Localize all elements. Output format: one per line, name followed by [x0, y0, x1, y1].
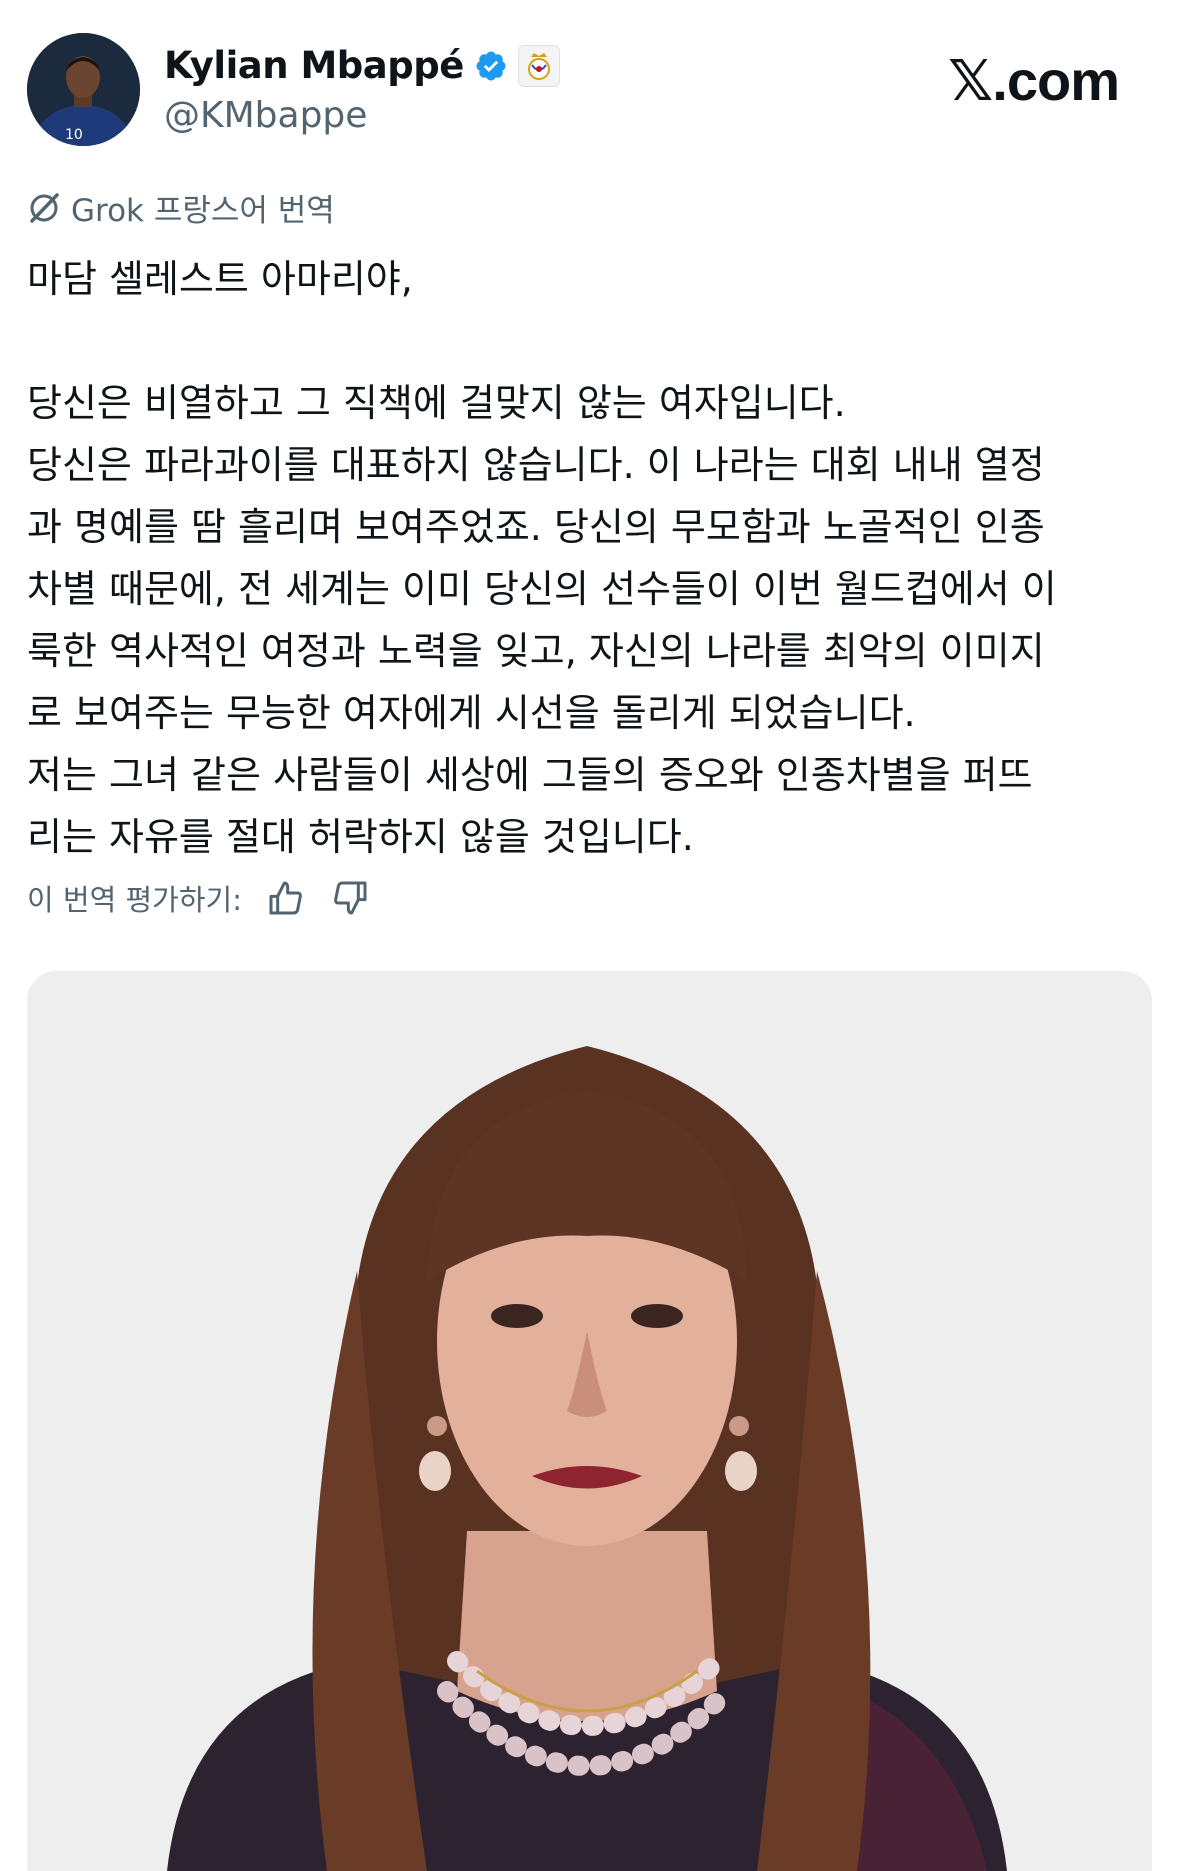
- tweet-text: 마담 셀레스트 아마리야, 당신은 비열하고 그 직책에 걸맞지 않는 여자입니…: [27, 248, 1152, 868]
- tweet-line: 마담 셀레스트 아마리야,: [27, 257, 413, 301]
- tweet-photo[interactable]: [27, 971, 1152, 1871]
- rate-translation-label: 이 번역 평가하기:: [27, 883, 242, 917]
- rate-translation-row: 이 번역 평가하기:: [27, 877, 370, 919]
- x-com-logo: 𝕏.com: [948, 49, 1120, 112]
- translation-label: Grok 프랑스어 번역: [71, 193, 335, 229]
- club-badge-icon: [517, 44, 560, 87]
- tweet-line: 과 명예를 땀 흘리며 보여주었죠. 당신의 무모함과 노골적인 인종: [27, 505, 1045, 549]
- tweet-line: 리는 자유를 절대 허락하지 않을 것입니다.: [27, 815, 694, 859]
- avatar-image: 10: [27, 33, 140, 146]
- svg-text:10: 10: [65, 127, 83, 143]
- grok-icon: [30, 192, 59, 223]
- tweet-line: 차별 때문에, 전 세계는 이미 당신의 선수들이 이번 월드컵에서 이: [27, 567, 1057, 611]
- tweet-line: 룩한 역사적인 여정과 노력을 잊고, 자신의 나라를 최악의 이미지: [27, 629, 1045, 673]
- tweet-line: 당신은 비열하고 그 직책에 걸맞지 않는 여자입니다.: [27, 381, 846, 425]
- tweet-line: 저는 그녀 같은 사람들이 세상에 그들의 증오와 인종차별을 퍼뜨: [27, 753, 1033, 797]
- tweet-header: 10 Kylian Mbappé @KMbappe 𝕏.com: [0, 0, 1179, 170]
- verified-badge-icon: [476, 50, 506, 81]
- thumbs-down-icon[interactable]: [330, 878, 370, 918]
- tweet-line: 로 보여주는 무능한 여자에게 시선을 돌리게 되었습니다.: [27, 691, 916, 735]
- author-handle[interactable]: @KMbappe: [164, 95, 367, 136]
- portrait-photo: [27, 971, 1152, 1871]
- thumbs-up-icon[interactable]: [266, 878, 306, 918]
- avatar[interactable]: 10: [27, 33, 140, 146]
- display-name[interactable]: Kylian Mbappé: [164, 44, 464, 87]
- name-row: Kylian Mbappé: [164, 44, 560, 87]
- tweet-line: 당신은 파라과이를 대표하지 않습니다. 이 나라는 대회 내내 열정: [27, 443, 1045, 487]
- translation-label-row: Grok 프랑스어 번역: [27, 185, 335, 230]
